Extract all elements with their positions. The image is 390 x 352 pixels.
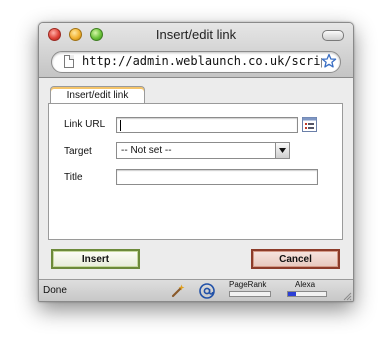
title-label: Title [64,172,83,183]
chevron-down-icon [279,148,286,153]
status-text: Done [43,285,67,296]
browse-list-icon[interactable] [302,117,317,132]
text-caret [120,120,121,131]
tab-panel: Link URL Target -- Not set -- Title [48,103,343,240]
close-window-button[interactable] [48,28,61,41]
dropdown-arrow-button[interactable] [275,143,289,158]
at-sign-icon[interactable] [199,283,215,299]
document-icon [64,55,74,68]
cancel-button[interactable]: Cancel [251,249,340,269]
resize-grip-icon[interactable] [342,291,352,301]
wand-icon[interactable] [170,283,186,299]
zoom-window-button[interactable] [90,28,103,41]
alexa-meter [287,291,327,297]
window-title: Insert/edit link [155,27,237,42]
dialog-content: Insert/edit link Link URL Target -- Not … [39,78,353,283]
url-text[interactable]: http://admin.weblaunch.co.uk/script [82,54,322,69]
target-select[interactable]: -- Not set -- [116,142,290,159]
pagerank-label: PageRank [229,280,267,289]
toolbar-toggle-button[interactable] [322,30,344,41]
title-input[interactable] [116,169,318,185]
alexa-meter-fill [288,292,296,296]
star-icon[interactable] [321,53,337,69]
pagerank-meter [229,291,271,297]
link-url-input[interactable] [116,117,298,133]
title-bar: Insert/edit link http://admin.weblaunch.… [39,23,353,78]
address-bar[interactable]: http://admin.weblaunch.co.uk/script [51,51,341,73]
link-url-label: Link URL [64,119,106,130]
tab-insert-edit-link[interactable]: Insert/edit link [50,86,145,104]
target-label: Target [64,146,92,157]
status-bar: Done PageRank Alexa [39,279,353,301]
minimize-window-button[interactable] [69,28,82,41]
alexa-label: Alexa [295,280,316,289]
popup-window: Insert/edit link http://admin.weblaunch.… [38,22,354,302]
insert-button[interactable]: Insert [51,249,140,269]
target-selected-value: -- Not set -- [121,145,172,156]
